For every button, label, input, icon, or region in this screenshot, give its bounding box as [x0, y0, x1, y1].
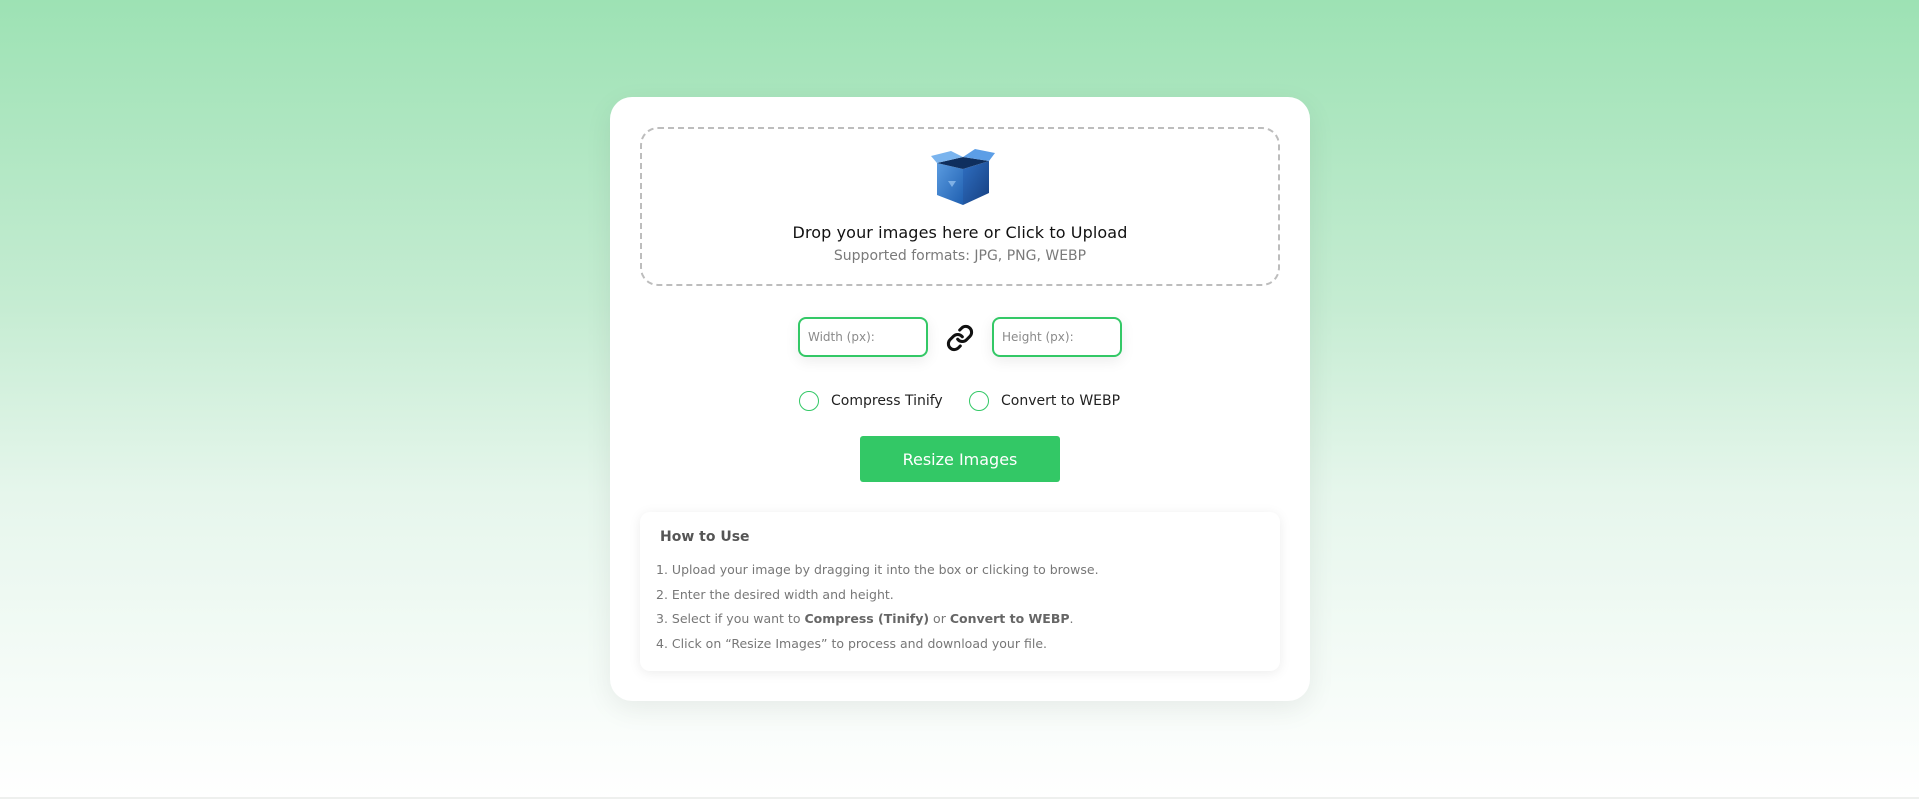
how-to-use-title: How to Use [660, 529, 750, 545]
how-to-use-panel: How to Use 1. Upload your image by dragg… [640, 512, 1280, 671]
step-text-mid: or [929, 611, 950, 627]
step-item: 2. Enter the desired width and height. [656, 583, 1270, 608]
step-item: 1. Upload your image by dragging it into… [656, 558, 1270, 583]
chain-link-icon[interactable] [946, 324, 974, 352]
convert-webp-option[interactable]: Convert to WEBP [969, 390, 1120, 412]
step-bold-webp: Convert to WEBP [949, 611, 1070, 627]
width-input[interactable] [798, 317, 928, 357]
step-text: Click on “Resize Images” to process and … [671, 636, 1047, 652]
webp-label: Convert to WEBP [1001, 393, 1121, 409]
upload-title: Drop your images here or Click to Upload [792, 223, 1128, 242]
webp-radio[interactable] [969, 391, 989, 411]
step-item: 3. Select if you want to Compress (Tinif… [656, 607, 1270, 632]
options-row: Compress Tinify Convert to WEBP [610, 390, 1310, 412]
compress-label: Compress Tinify [831, 393, 943, 409]
step-text-pre: Select if you want to [671, 611, 805, 627]
compress-tinify-option[interactable]: Compress Tinify [799, 390, 943, 412]
step-text-post: . [1069, 611, 1074, 627]
step-number: 3. [656, 611, 668, 627]
resize-images-button[interactable]: Resize Images [860, 436, 1060, 482]
step-number: 2. [656, 586, 668, 602]
resizer-card: Drop your images here or Click to Upload… [610, 97, 1310, 701]
dimension-row [610, 317, 1310, 357]
step-number: 4. [656, 636, 668, 652]
compress-radio[interactable] [799, 391, 819, 411]
step-item: 4. Click on “Resize Images” to process a… [656, 632, 1270, 657]
step-text: Upload your image by dragging it into th… [671, 562, 1099, 577]
height-input[interactable] [992, 317, 1122, 357]
supported-formats: Supported formats: JPG, PNG, WEBP [833, 248, 1087, 264]
step-text: Enter the desired width and height. [671, 586, 894, 602]
how-to-steps: 1. Upload your image by dragging it into… [656, 558, 1270, 657]
open-box-icon [931, 149, 995, 205]
upload-dropzone[interactable]: Drop your images here or Click to Upload… [640, 127, 1280, 286]
step-number: 1. [656, 562, 668, 577]
step-bold-compress: Compress (Tinify) [804, 611, 930, 627]
